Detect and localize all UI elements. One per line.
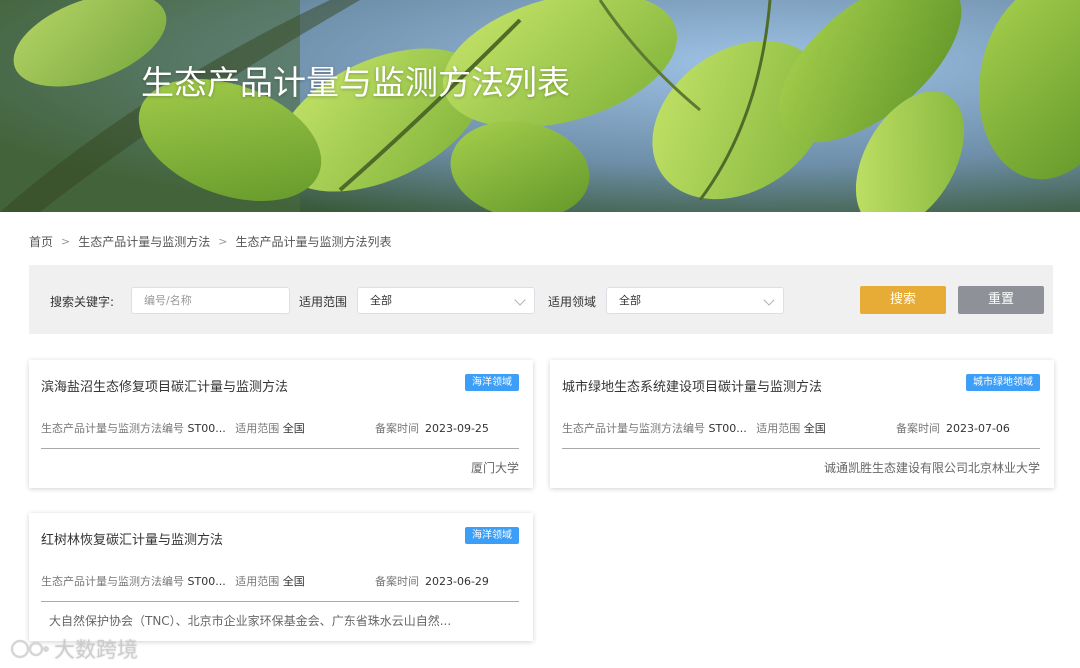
- code-label: 生态产品计量与监测方法编号: [41, 575, 184, 588]
- scope-label: 适用范围: [235, 422, 280, 435]
- divider: [562, 448, 1040, 449]
- watermark-logo-icon: [10, 639, 49, 659]
- organization: 大自然保护协会（TNC）、北京市企业家环保基金会、广东省珠水云山自然...: [49, 614, 452, 628]
- chevron-down-icon: [514, 294, 526, 306]
- scope-label: 适用范围: [756, 422, 801, 435]
- card-title[interactable]: 滨海盐沼生态修复项目碳汇计量与监测方法: [41, 376, 288, 395]
- reset-button[interactable]: 重置: [958, 286, 1044, 314]
- header-banner: 生态产品计量与监测方法列表: [0, 0, 1080, 212]
- breadcrumb: 首页 > 生态产品计量与监测方法 > 生态产品计量与监测方法列表: [29, 233, 391, 250]
- date-label: 备案时间: [896, 422, 940, 435]
- field-badge: 海洋领域: [465, 527, 519, 544]
- date-value: 2023-07-06: [946, 422, 1010, 435]
- breadcrumb-current: 生态产品计量与监测方法列表: [235, 235, 392, 249]
- keyword-input[interactable]: 编号/名称: [131, 287, 290, 314]
- code-value: ST00...: [187, 575, 226, 588]
- card-meta: 生态产品计量与监测方法编号 ST00... 适用范围 全国: [41, 573, 305, 589]
- search-button[interactable]: 搜索: [860, 286, 946, 314]
- scope-value: 全国: [803, 422, 826, 435]
- field-label: 适用领域: [548, 295, 597, 309]
- watermark: 大数跨境: [10, 634, 138, 664]
- field-select-value: 全部: [619, 294, 641, 307]
- page-title: 生态产品计量与监测方法列表: [141, 63, 570, 102]
- scope-value: 全国: [282, 575, 305, 588]
- divider: [41, 448, 519, 449]
- field-badge: 城市绿地领域: [966, 374, 1040, 391]
- chevron-down-icon: [763, 294, 775, 306]
- leaves-illustration: [0, 0, 1080, 212]
- card-meta: 生态产品计量与监测方法编号 ST00... 适用范围 全国: [41, 420, 305, 436]
- organization: 厦门大学: [470, 461, 519, 475]
- field-badge: 海洋领域: [465, 374, 519, 391]
- keyword-label: 搜索关键字:: [50, 295, 115, 309]
- card-title[interactable]: 红树林恢复碳汇计量与监测方法: [41, 529, 223, 548]
- scope-label: 适用范围: [235, 575, 280, 588]
- code-value: ST00...: [708, 422, 747, 435]
- card-title[interactable]: 城市绿地生态系统建设项目碳计量与监测方法: [562, 376, 822, 395]
- date-label: 备案时间: [375, 575, 419, 588]
- chevron-right-icon: >: [61, 235, 71, 248]
- card-date: 备案时间 2023-09-25: [375, 420, 489, 436]
- method-card[interactable]: 城市绿地生态系统建设项目碳计量与监测方法 城市绿地领域 生态产品计量与监测方法编…: [550, 360, 1054, 488]
- breadcrumb-home[interactable]: 首页: [29, 233, 53, 250]
- card-date: 备案时间 2023-07-06: [896, 420, 1010, 436]
- date-value: 2023-09-25: [425, 422, 489, 435]
- date-value: 2023-06-29: [425, 575, 489, 588]
- date-label: 备案时间: [375, 422, 419, 435]
- field-select[interactable]: 全部: [606, 287, 784, 314]
- code-value: ST00...: [187, 422, 226, 435]
- card-date: 备案时间 2023-06-29: [375, 573, 489, 589]
- divider: [41, 601, 519, 602]
- code-label: 生态产品计量与监测方法编号: [562, 422, 705, 435]
- scope-select[interactable]: 全部: [357, 287, 535, 314]
- breadcrumb-methods[interactable]: 生态产品计量与监测方法: [78, 233, 210, 250]
- scope-value: 全国: [282, 422, 305, 435]
- chevron-right-icon: >: [218, 235, 228, 248]
- search-panel: 搜索关键字: 编号/名称 适用范围 全部 适用领域 全部 搜索 重置: [29, 265, 1053, 334]
- organization: 诚通凯胜生态建设有限公司北京林业大学: [823, 461, 1040, 475]
- scope-select-value: 全部: [370, 294, 392, 307]
- card-meta: 生态产品计量与监测方法编号 ST00... 适用范围 全国: [562, 420, 826, 436]
- watermark-text: 大数跨境: [54, 638, 138, 662]
- scope-label: 适用范围: [299, 295, 348, 309]
- code-label: 生态产品计量与监测方法编号: [41, 422, 184, 435]
- method-card[interactable]: 红树林恢复碳汇计量与监测方法 海洋领域 生态产品计量与监测方法编号 ST00..…: [29, 513, 533, 641]
- method-card[interactable]: 滨海盐沼生态修复项目碳汇计量与监测方法 海洋领域 生态产品计量与监测方法编号 S…: [29, 360, 533, 488]
